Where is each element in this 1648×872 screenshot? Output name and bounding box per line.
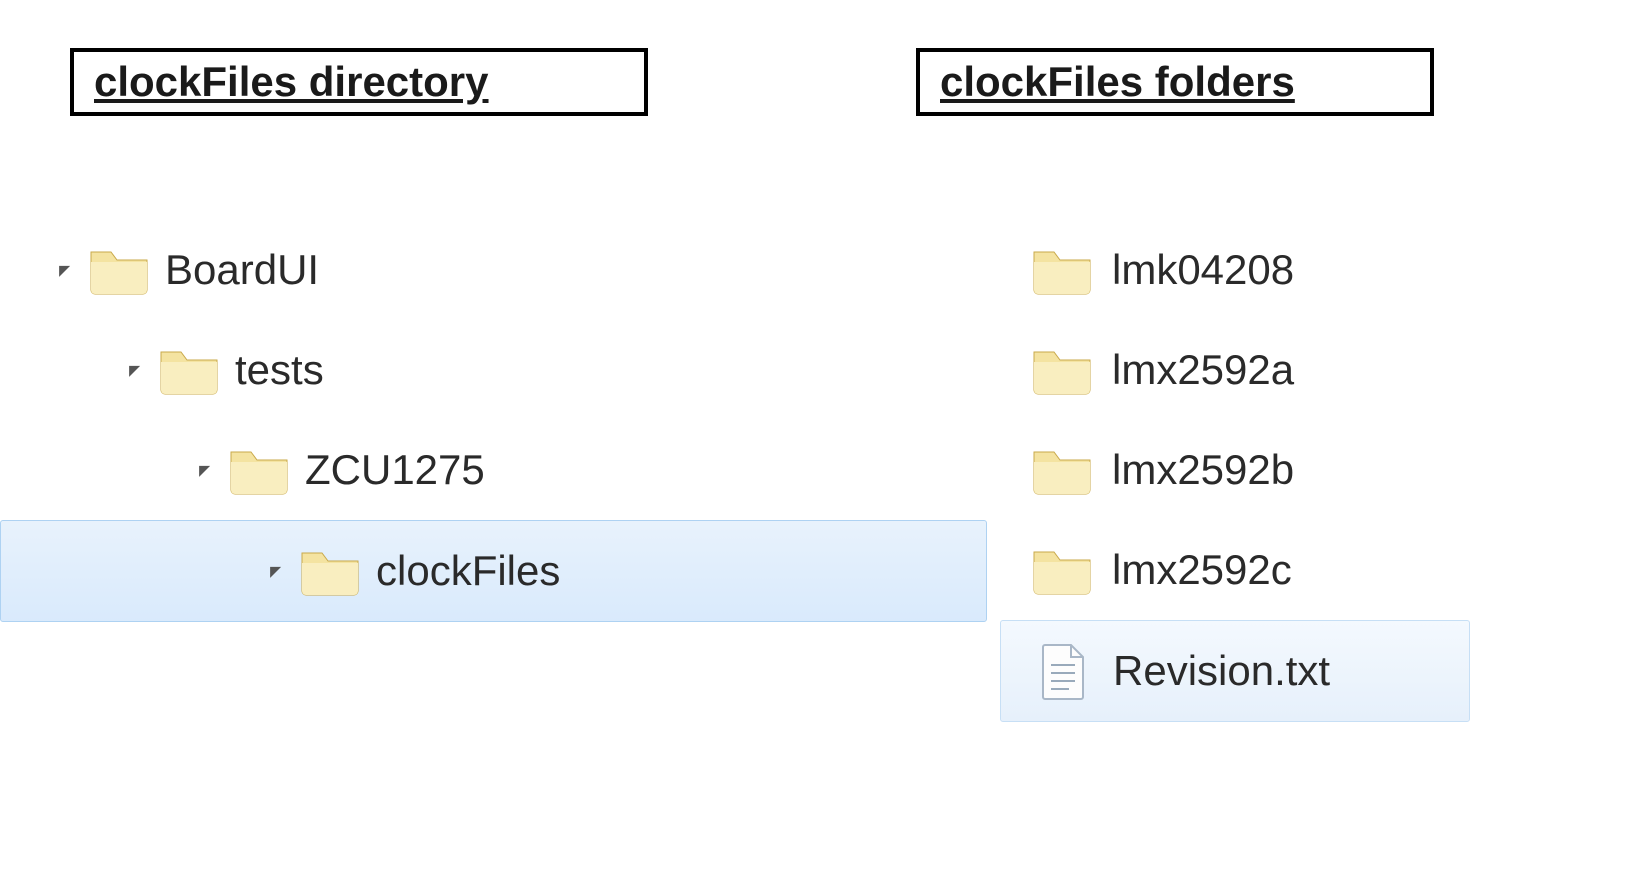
tree-item-label: clockFiles [376,547,560,595]
folder-icon [1030,438,1094,502]
list-item[interactable]: Revision.txt [1000,620,1470,722]
folder-icon [87,238,151,302]
text-file-icon [1031,639,1095,703]
expander-icon[interactable] [55,259,77,281]
list-item-label: lmx2592a [1112,346,1294,394]
list-item[interactable]: lmx2592b [1000,420,1470,520]
list-item-label: lmx2592c [1112,546,1292,594]
folder-icon [1030,338,1094,402]
list-item[interactable]: lmx2592a [1000,320,1470,420]
expander-icon[interactable] [266,560,288,582]
tree-item-boardui[interactable]: BoardUI [55,220,775,320]
expander-icon[interactable] [195,459,217,481]
folder-icon [227,438,291,502]
list-item-label: lmx2592b [1112,446,1294,494]
folder-icon [157,338,221,402]
folder-icon [1030,538,1094,602]
list-item[interactable]: lmk04208 [1000,220,1470,320]
directory-tree: BoardUI tests ZCU1275 [55,220,775,622]
tree-item-label: tests [235,346,324,394]
folders-panel-title: clockFiles folders [916,48,1434,116]
tree-item-zcu1275[interactable]: ZCU1275 [55,420,775,520]
directory-panel-title: clockFiles directory [70,48,648,116]
folder-icon [1030,238,1094,302]
list-item-label: Revision.txt [1113,647,1330,695]
list-item-label: lmk04208 [1112,246,1294,294]
tree-item-label: BoardUI [165,246,319,294]
expander-icon[interactable] [125,359,147,381]
tree-item-tests[interactable]: tests [55,320,775,420]
tree-item-clockfiles[interactable]: clockFiles [0,520,987,622]
tree-item-label: ZCU1275 [305,446,485,494]
list-item[interactable]: lmx2592c [1000,520,1470,620]
folder-contents-list: lmk04208 lmx2592a lmx2592b lmx2592c [1000,220,1470,722]
folder-icon [298,539,362,603]
